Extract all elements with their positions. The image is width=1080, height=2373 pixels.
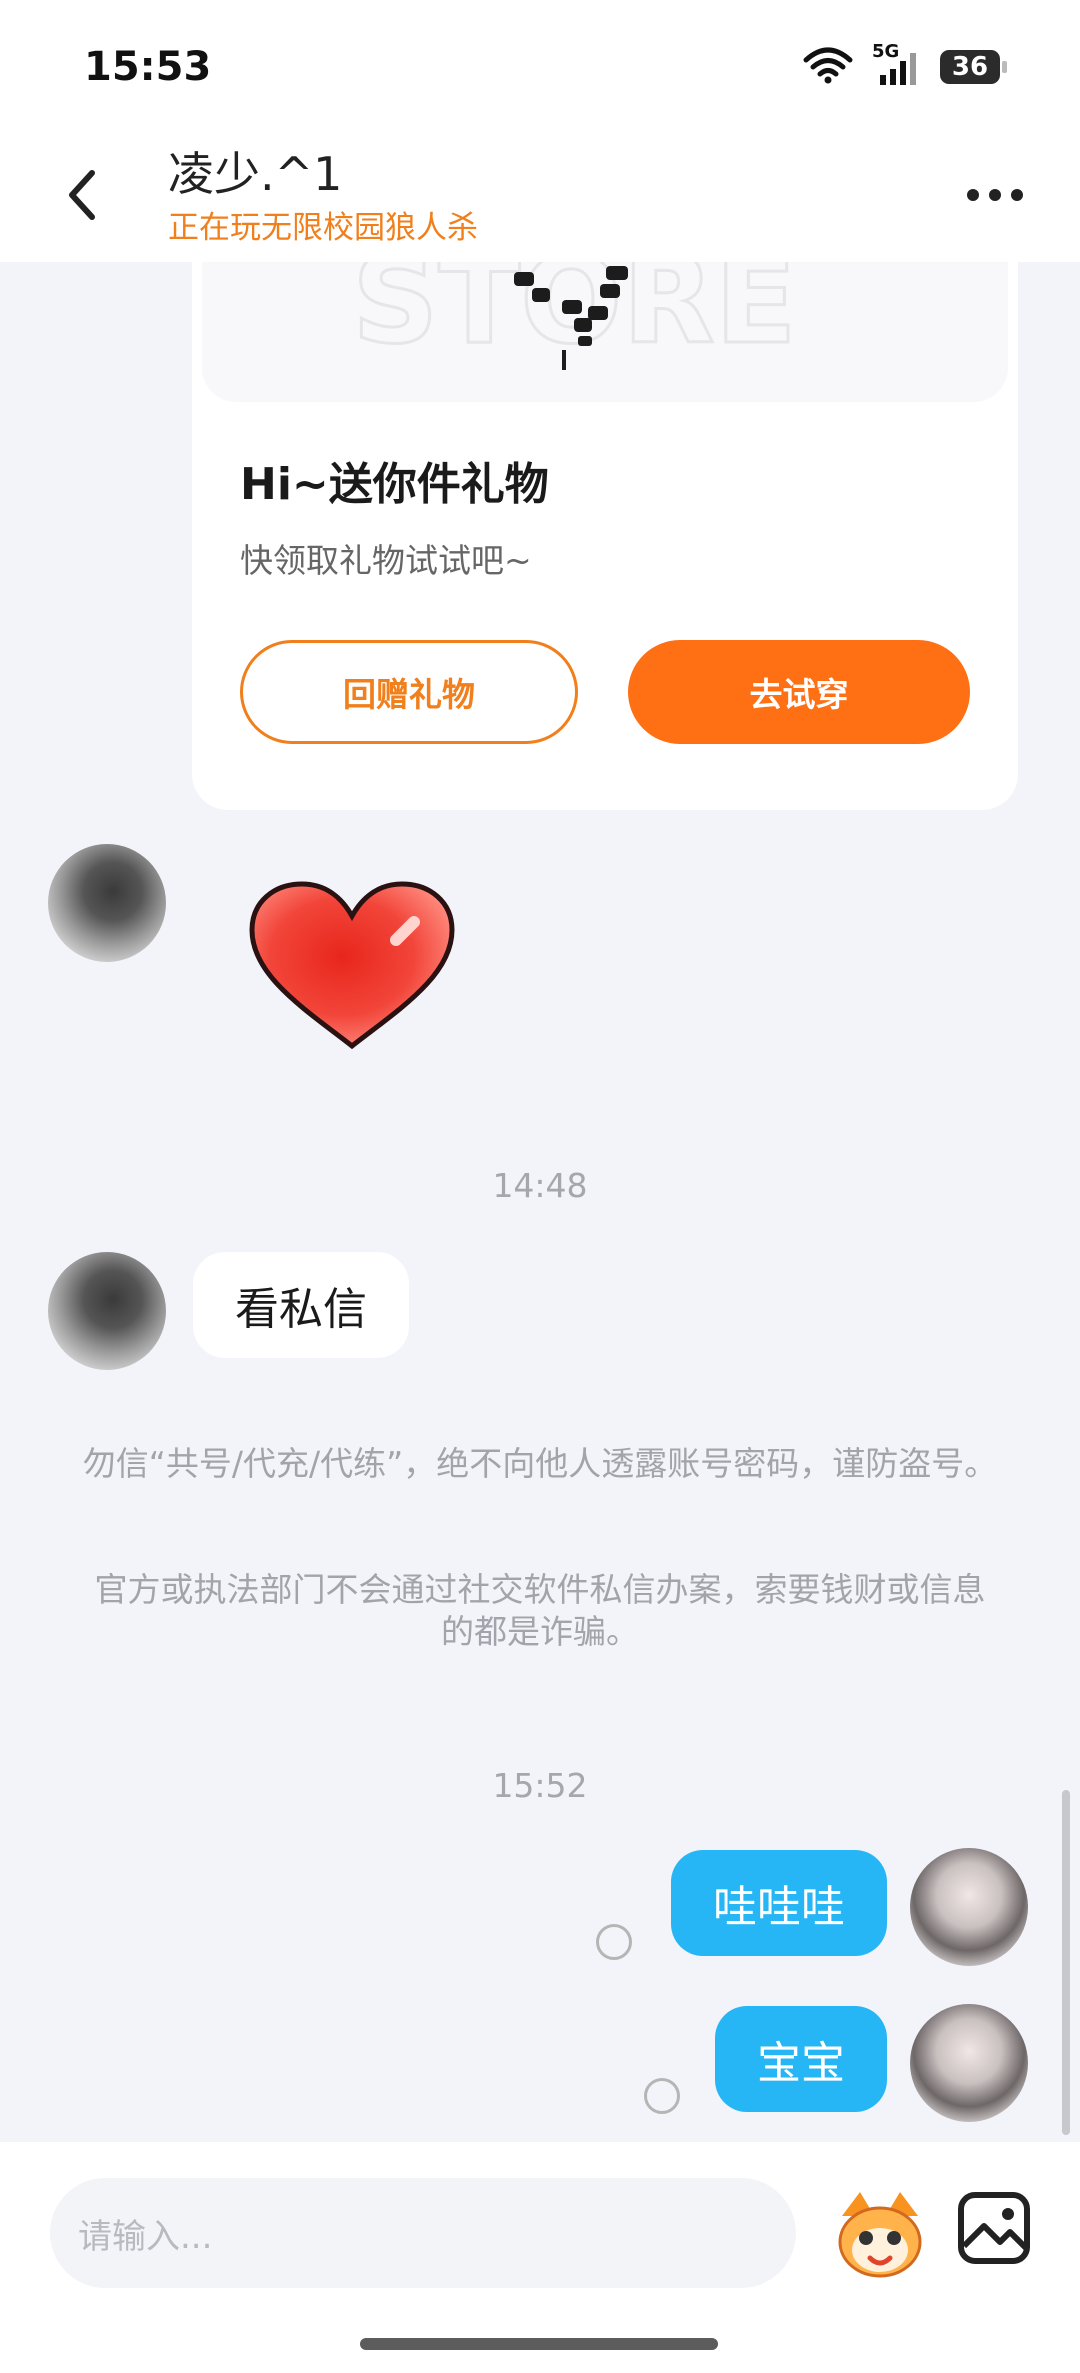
back-button[interactable] xyxy=(52,160,112,230)
message-input[interactable]: 请输入... xyxy=(50,2178,796,2288)
contact-avatar[interactable] xyxy=(48,844,166,962)
try-on-button[interactable]: 去试穿 xyxy=(628,640,970,744)
image-icon[interactable] xyxy=(956,2190,1032,2266)
safety-notice: 官方或执法部门不会通过社交软件私信办案，索要钱财或信息的都是诈骗。 xyxy=(94,1570,986,1651)
outgoing-message-bubble[interactable]: 哇哇哇 xyxy=(671,1850,887,1956)
outgoing-message-bubble[interactable]: 宝宝 xyxy=(715,2006,887,2112)
emoji-icon[interactable] xyxy=(830,2186,930,2282)
message-timestamp: 15:52 xyxy=(492,1766,588,1805)
gift-image: STORE xyxy=(202,262,1008,402)
contact-status: 正在玩无限校园狼人杀 xyxy=(168,210,478,246)
return-gift-button[interactable]: 回赠礼物 xyxy=(240,640,578,744)
incoming-message-bubble[interactable]: 看私信 xyxy=(193,1252,409,1358)
svg-text:STORE: STORE xyxy=(352,262,797,371)
chat-header: 凌少.^1 正在玩无限校园狼人杀 xyxy=(0,130,1080,262)
message-timestamp: 14:48 xyxy=(492,1166,588,1205)
contact-avatar[interactable] xyxy=(48,1252,166,1370)
status-time: 15:53 xyxy=(84,44,212,90)
gift-title: Hi~送你件礼物 xyxy=(240,459,549,510)
more-icon xyxy=(967,189,1023,201)
wifi-icon xyxy=(802,46,854,88)
gift-card: STORE Hi~送你件礼物 快领取礼物试试吧~ 回赠礼物 去试穿 xyxy=(192,262,1018,810)
scrollbar[interactable] xyxy=(1062,1790,1070,2135)
signal-icon: 5G xyxy=(872,41,922,87)
contact-name[interactable]: 凌少.^1 xyxy=(168,138,342,204)
status-icons: 5G 36 xyxy=(802,41,1007,88)
heart-sticker-icon[interactable] xyxy=(246,880,458,1056)
my-avatar[interactable] xyxy=(910,1848,1028,1966)
safety-notice: 勿信“共号/代充/代练”，绝不向他人透露账号密码，谨防盗号。 xyxy=(82,1444,998,1483)
home-indicator[interactable] xyxy=(360,2338,718,2350)
gift-description: 快领取礼物试试吧~ xyxy=(240,541,532,580)
status-bar: 15:53 5G 36 xyxy=(0,0,1080,130)
back-icon xyxy=(69,170,95,220)
read-status-indicator xyxy=(596,1924,632,1960)
my-avatar[interactable] xyxy=(910,2004,1028,2122)
read-status-indicator xyxy=(644,2078,680,2114)
battery-icon: 36 xyxy=(940,50,1007,84)
more-button[interactable] xyxy=(960,170,1030,220)
